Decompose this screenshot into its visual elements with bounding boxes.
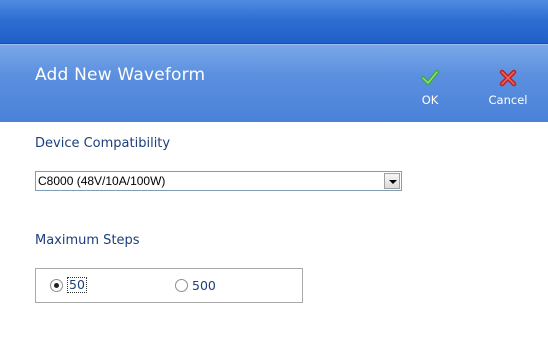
ok-button[interactable]: OK [408,69,452,113]
device-selected-value: C8000 (48V/10A/100W) [38,174,166,188]
maximum-steps-label: Maximum Steps [35,233,140,248]
device-compatibility-label: Device Compatibility [35,136,171,151]
dialog-content: Device Compatibility C8000 (48V/10A/100W… [0,122,548,360]
maximum-steps-group: 50 500 [35,268,303,303]
checkmark-icon [421,70,439,85]
dialog-header: Add New Waveform OK Cancel [0,44,548,122]
chevron-down-icon[interactable] [384,173,400,189]
window-title-bar [0,0,548,44]
radio-steps-50[interactable] [50,279,63,292]
ok-label: OK [421,93,439,107]
radio-steps-500[interactable] [175,279,188,292]
radio-steps-500-label[interactable]: 500 [192,278,216,293]
cancel-button[interactable]: Cancel [480,69,536,113]
device-compatibility-select[interactable]: C8000 (48V/10A/100W) [35,171,402,191]
radio-steps-50-label[interactable]: 50 [67,277,87,293]
cancel-label: Cancel [488,93,528,107]
dialog-title: Add New Waveform [35,65,206,85]
x-icon [499,69,517,87]
